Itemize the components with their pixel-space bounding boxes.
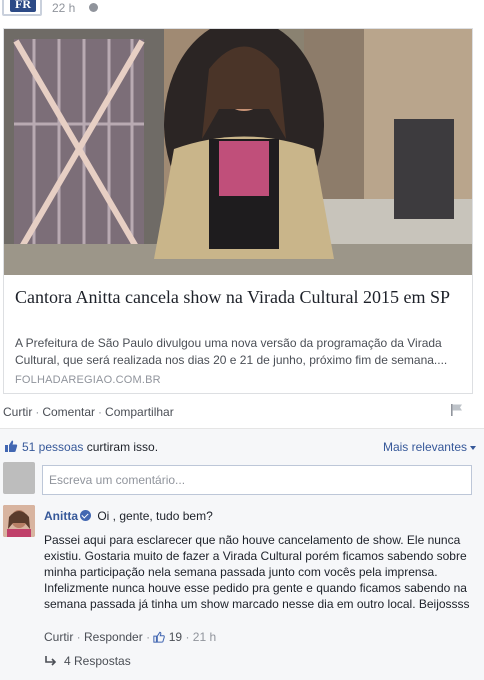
flag-icon[interactable]: [450, 403, 464, 417]
feedback-section: 51 pessoas curtiram isso. Mais relevante…: [0, 428, 484, 680]
globe-icon[interactable]: [89, 3, 98, 12]
likes-suffix: curtiram isso.: [83, 440, 159, 454]
current-user-avatar[interactable]: [3, 462, 35, 494]
comment-meta: Curtir · Responder · 19 · 21 h: [44, 630, 216, 644]
comment-timestamp[interactable]: 21 h: [193, 630, 216, 644]
link-description: A Prefeitura de São Paulo divulgou uma n…: [15, 336, 448, 367]
post-header: FR 22 h: [0, 0, 484, 22]
link-title[interactable]: Cantora Anitta cancela show na Virada Cu…: [15, 286, 465, 309]
page-logo[interactable]: FR: [2, 0, 42, 16]
comment-like-link[interactable]: Curtir: [44, 630, 73, 644]
thumbs-up-icon: [5, 440, 18, 452]
reply-arrow-icon: [45, 656, 57, 666]
likes-summary: 51 pessoas curtiram isso. Mais relevante…: [4, 439, 476, 455]
comment-input[interactable]: Escreva um comentário...: [42, 465, 472, 495]
comment-like-count[interactable]: 19: [169, 630, 182, 644]
separator: ·: [73, 630, 85, 644]
separator: ·: [98, 405, 103, 419]
comment-link[interactable]: Comentar: [42, 405, 95, 419]
share-link[interactable]: Compartilhar: [105, 405, 174, 419]
link-preview-image[interactable]: [4, 29, 472, 275]
link-preview-card[interactable]: Cantora Anitta cancela show na Virada Cu…: [3, 28, 473, 394]
like-link[interactable]: Curtir: [3, 405, 32, 419]
likes-count-link[interactable]: 51 pessoas: [22, 440, 83, 454]
view-replies[interactable]: 4 Respostas: [44, 654, 131, 668]
chevron-down-icon: [470, 445, 476, 450]
comment-author-name[interactable]: Anitta: [44, 509, 78, 523]
likes-text: 51 pessoas curtiram isso.: [22, 440, 158, 454]
hero-photo: [4, 29, 472, 275]
sort-label: Mais relevantes: [382, 440, 467, 454]
separator: ·: [142, 630, 154, 644]
replies-label: 4 Respostas: [64, 654, 131, 668]
comment-body: Passei aqui para esclarecer que não houv…: [44, 533, 470, 611]
page-logo-text: FR: [10, 0, 36, 12]
separator: ·: [35, 405, 40, 419]
comment-sort-dropdown[interactable]: Mais relevantes: [383, 440, 476, 454]
post-timestamp[interactable]: 22 h: [52, 1, 75, 15]
verified-badge-icon: [80, 510, 91, 521]
link-domain: FOLHADAREGIAO.COM.BR: [15, 374, 161, 386]
comment-lead-text: Oi , gente, tudo bem?: [97, 509, 213, 523]
comment-author-avatar[interactable]: [3, 505, 35, 537]
comment-header: Anitta Oi , gente, tudo bem?: [44, 509, 213, 523]
avatar-photo: [3, 505, 35, 537]
post-actions: Curtir · Comentar · Compartilhar: [3, 405, 174, 419]
separator: ·: [182, 630, 193, 644]
thumbs-up-icon: [153, 631, 166, 643]
comment-reply-link[interactable]: Responder: [84, 630, 143, 644]
